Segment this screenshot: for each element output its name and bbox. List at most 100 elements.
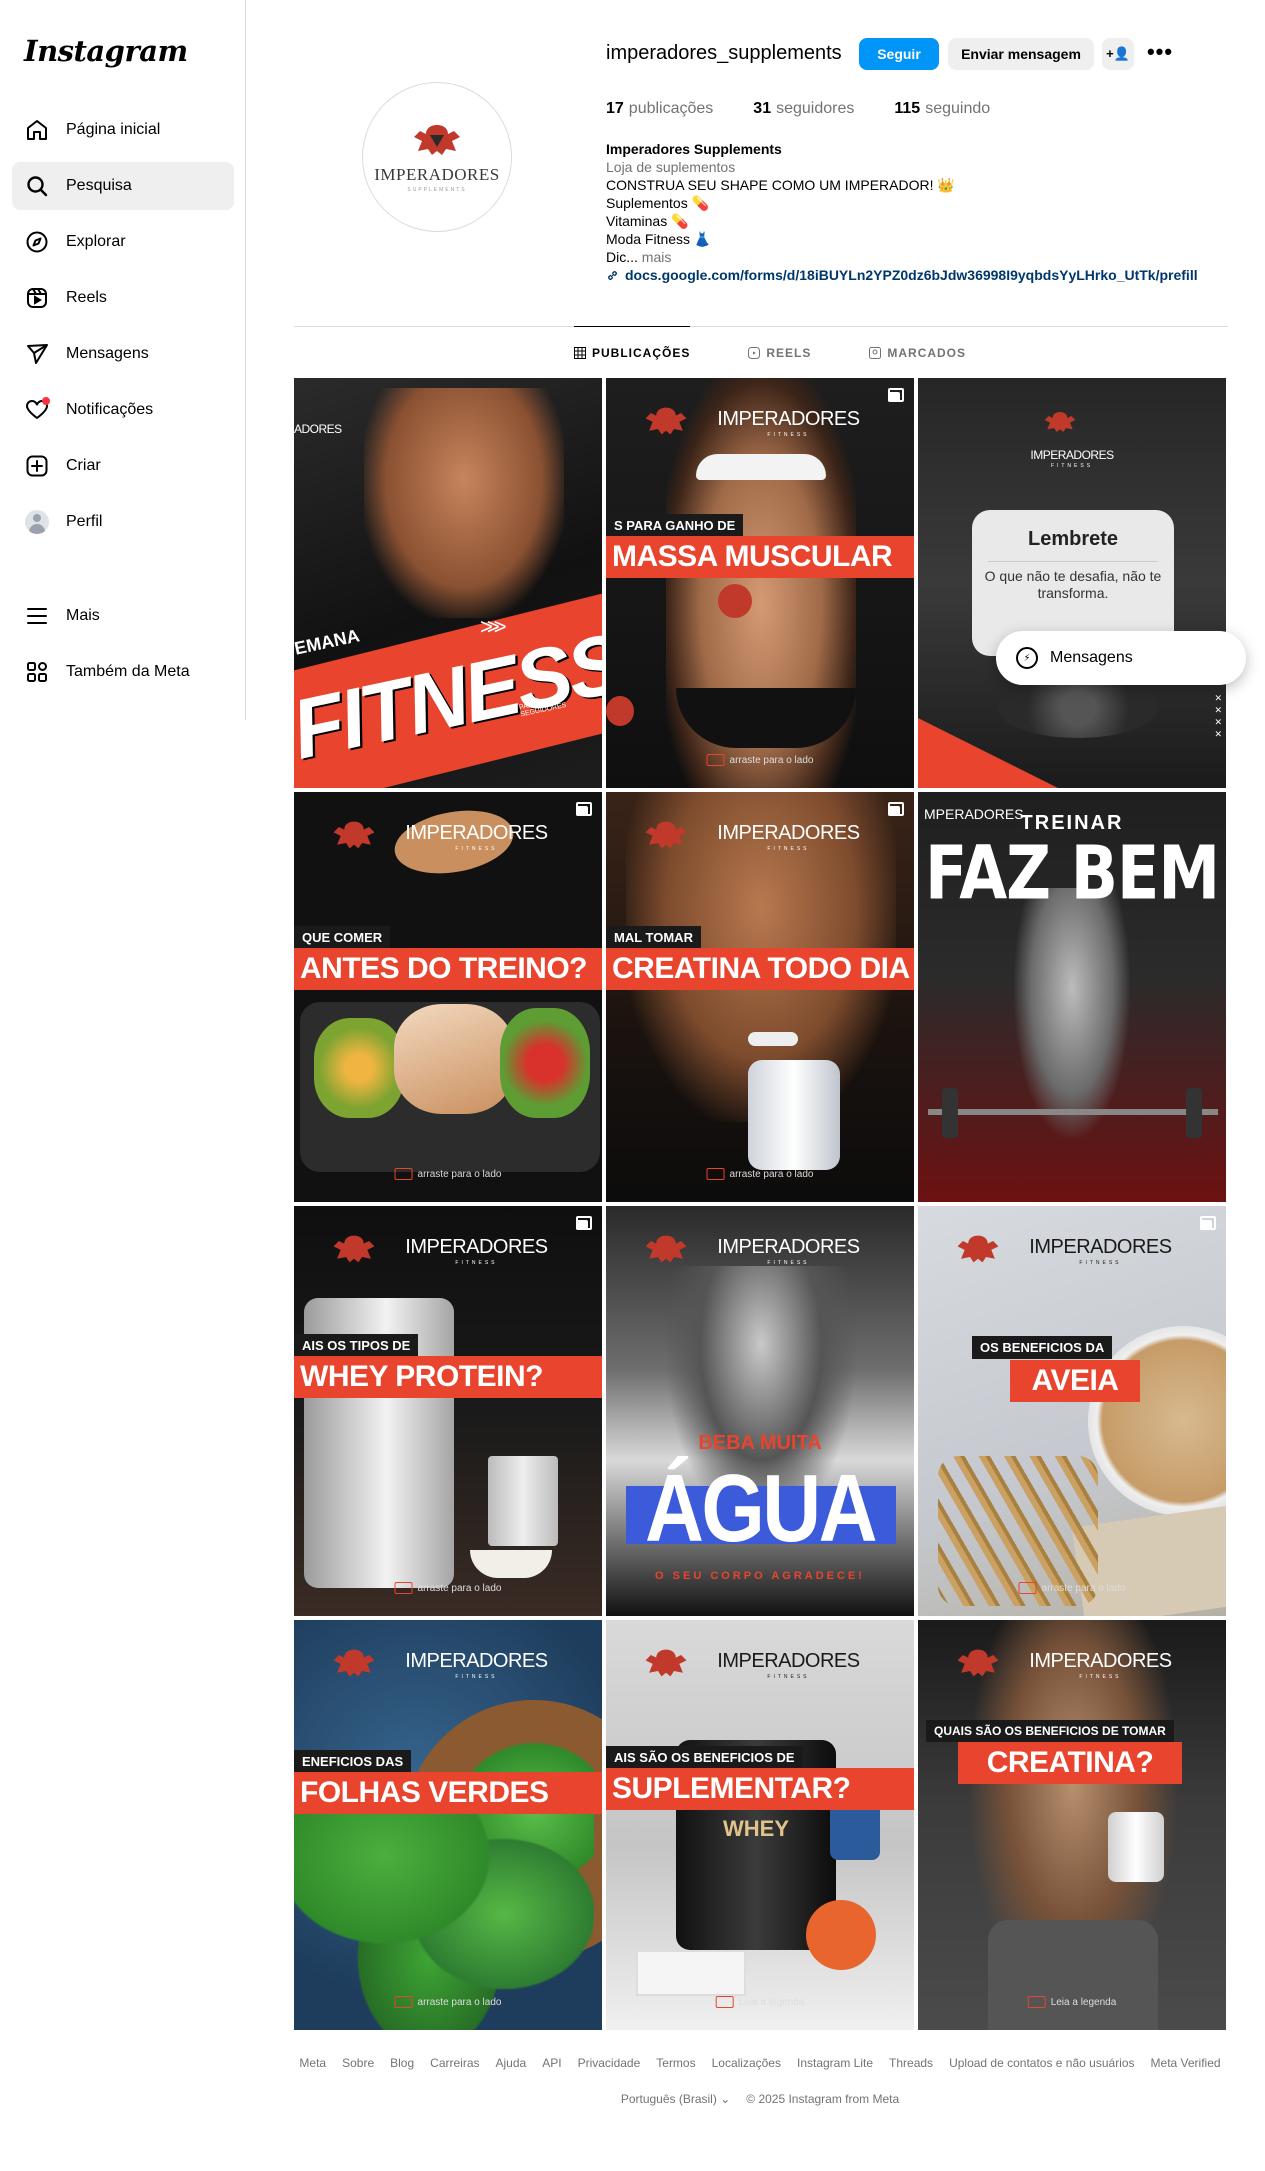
footer-link[interactable]: Localizações [712, 2056, 781, 2070]
post-tile[interactable]: IMPERADORES FITNESS QUAIS SÃO OS BENEFICI… [918, 1620, 1226, 2030]
swipe-hint: arraste para o lado [395, 1582, 502, 1594]
footer-link[interactable]: Meta Verified [1151, 2056, 1221, 2070]
card-text: O que não te desafia, não te transforma. [984, 568, 1162, 601]
follow-button[interactable]: Seguir [859, 38, 939, 70]
sidebar-item-create[interactable]: Criar [12, 442, 234, 490]
messenger-icon: ⚡ [1016, 647, 1038, 669]
post-headline: CREATINA? [958, 1742, 1182, 1784]
bio-link[interactable]: docs.google.com/forms/d/18iBUYLn2YPZ0dz6… [606, 266, 1198, 284]
bio-more-link[interactable]: mais [642, 249, 672, 265]
post-kicker: QUE COMER [294, 926, 391, 949]
sidebar-item-search[interactable]: Pesquisa [12, 162, 234, 210]
post-tile[interactable]: IMPERADORES FITNESS Lembrete O que não te… [918, 378, 1226, 788]
grid-icon [574, 346, 586, 359]
post-kicker: MAL TOMAR [606, 926, 701, 949]
carousel-icon [888, 802, 904, 816]
following-count[interactable]: 115 seguindo [894, 100, 990, 118]
dumbbell-icon [606, 696, 634, 726]
sidebar-item-more[interactable]: Mais [12, 592, 234, 640]
post-brand: ADORES [294, 422, 342, 436]
tab-label: PUBLICAÇÕES [592, 345, 691, 360]
arrows-icon: >>> [480, 614, 506, 639]
more-options-button[interactable]: ••• [1144, 36, 1176, 68]
footer-link[interactable]: Privacidade [578, 2056, 641, 2070]
sidebar-item-label: Também da Meta [66, 663, 190, 680]
tag-icon [869, 347, 882, 359]
footer-link[interactable]: API [542, 2056, 561, 2070]
post-kicker: ENEFICIOS DAS [294, 1750, 412, 1773]
post-photo [1108, 1812, 1164, 1882]
footer-link[interactable]: Ajuda [496, 2056, 527, 2070]
sidebar-item-label: Explorar [66, 233, 126, 250]
carousel-icon [888, 388, 904, 402]
post-tile[interactable]: WHEY IMPERADORES FITNESS AIS SÃO OS BENEF… [606, 1620, 914, 2030]
post-headline: AVEIA [1010, 1360, 1140, 1402]
jar-label: WHEY [723, 1816, 789, 1841]
sidebar-item-reels[interactable]: Reels [12, 274, 234, 322]
followers-count[interactable]: 31 seguidores [753, 100, 854, 118]
profile-stats: 17 publicações 31 seguidores 115 seguindo [606, 100, 990, 118]
floating-messages-button[interactable]: ⚡ Mensagens [996, 631, 1246, 685]
sidebar-item-profile[interactable]: Perfil [12, 498, 234, 546]
footer-link[interactable]: Upload de contatos e não usuários [949, 2056, 1134, 2070]
post-tile[interactable]: IMPERADORES FITNESS QUE COMER ANTES DO TR… [294, 792, 602, 1202]
footer-link[interactable]: Termos [656, 2056, 695, 2070]
tab-reels[interactable]: REELS [748, 327, 811, 379]
sidebar-nav: Página inicial Pesquisa Explorar Reels M… [12, 106, 234, 554]
tab-posts[interactable]: PUBLICAÇÕES [574, 326, 691, 378]
swipe-hint: arraste para o lado [395, 1168, 502, 1180]
footer-link[interactable]: Meta [299, 2056, 326, 2070]
post-tile[interactable]: IMPERADORES FITNESS AIS OS TIPOS DE WHEY … [294, 1206, 602, 1616]
footer-link[interactable]: Carreiras [430, 2056, 479, 2070]
post-headline: SUPLEMENTAR? [606, 1768, 914, 1810]
tab-label: MARCADOS [887, 346, 967, 360]
swipe-hint: Leia a legenda [1028, 1996, 1117, 2008]
carousel-icon [576, 1216, 592, 1230]
post-tile[interactable]: ADORES >>> EMANA FITNESS PARA NOVOS SEGU… [294, 378, 602, 788]
footer-link[interactable]: Threads [889, 2056, 933, 2070]
post-tile[interactable]: IMPERADORES FITNESS MAL TOMAR CREATINA TO… [606, 792, 914, 1202]
swipe-hint: arraste para o lado [707, 1168, 814, 1180]
post-photo [748, 1060, 840, 1170]
sidebar-item-meta[interactable]: Também da Meta [12, 648, 234, 696]
floating-messages-label: Mensagens [1050, 649, 1133, 666]
instagram-logo[interactable]: Instagram [24, 34, 188, 68]
sidebar-item-messages[interactable]: Mensagens [12, 330, 234, 378]
bio-line: Vitaminas 💊 [606, 213, 689, 229]
post-brand: IMPERADORES FITNESS [717, 408, 860, 438]
card-title: Lembrete [1027, 528, 1119, 550]
posts-grid: ADORES >>> EMANA FITNESS PARA NOVOS SEGU… [294, 378, 1226, 2030]
footer-link[interactable]: Instagram Lite [797, 2056, 873, 2070]
post-tile[interactable]: IMPERADORES FITNESS OS BENEFICIOS DA AVEI… [918, 1206, 1226, 1616]
post-kicker: EMANA [294, 625, 362, 659]
sidebar-item-label: Perfil [66, 513, 103, 530]
brand-logo-icon [645, 821, 687, 849]
bio-line: CONSTRUA SEU SHAPE COMO UM IMPERADOR! 👑 [606, 177, 955, 193]
sidebar-item-label: Mais [66, 607, 100, 624]
post-brand: IMPERADORES FITNESS [717, 822, 860, 852]
suggest-users-button[interactable]: +👤 [1102, 38, 1134, 70]
profile-avatar[interactable]: IMPERADORES SUPPLEMENTS [362, 82, 512, 232]
footer-link[interactable]: Sobre [342, 2056, 374, 2070]
post-tile[interactable]: IMPERADORES FITNESS BEBA MUITA ÁGUA O SEU… [606, 1206, 914, 1616]
post-headline: FAZ BEM [924, 828, 1220, 917]
footer-link[interactable]: Blog [390, 2056, 414, 2070]
sidebar-item-notifications[interactable]: Notificações [12, 386, 234, 434]
profile-username: imperadores_supplements [606, 42, 842, 64]
sidebar-item-home[interactable]: Página inicial [12, 106, 234, 154]
copyright: © 2025 Instagram from Meta [746, 2092, 900, 2106]
language-selector[interactable]: Português (Brasil) ⌄ [621, 2092, 730, 2106]
brand-logo-icon [645, 1649, 687, 1677]
more-icon: ••• [1146, 39, 1174, 64]
sidebar-item-explore[interactable]: Explorar [12, 218, 234, 266]
tab-tagged[interactable]: MARCADOS [869, 327, 966, 379]
post-kicker: AIS SÃO OS BENEFICIOS DE [606, 1746, 803, 1769]
heart-icon [24, 397, 50, 423]
post-tile[interactable]: MPERADORES TREINAR FAZ BEM [918, 792, 1226, 1202]
link-icon [608, 270, 617, 280]
post-tile[interactable]: IMPERADORES FITNESS ENEFICIOS DAS FOLHAS … [294, 1620, 602, 2030]
swipe-hint: Leia a legenda [716, 1996, 805, 2008]
post-tile[interactable]: IMPERADORES FITNESS S PARA GANHO DE MASSA… [606, 378, 914, 788]
post-brand: IMPERADORES FITNESS [717, 1650, 860, 1680]
send-message-button[interactable]: Enviar mensagem [948, 38, 1094, 70]
